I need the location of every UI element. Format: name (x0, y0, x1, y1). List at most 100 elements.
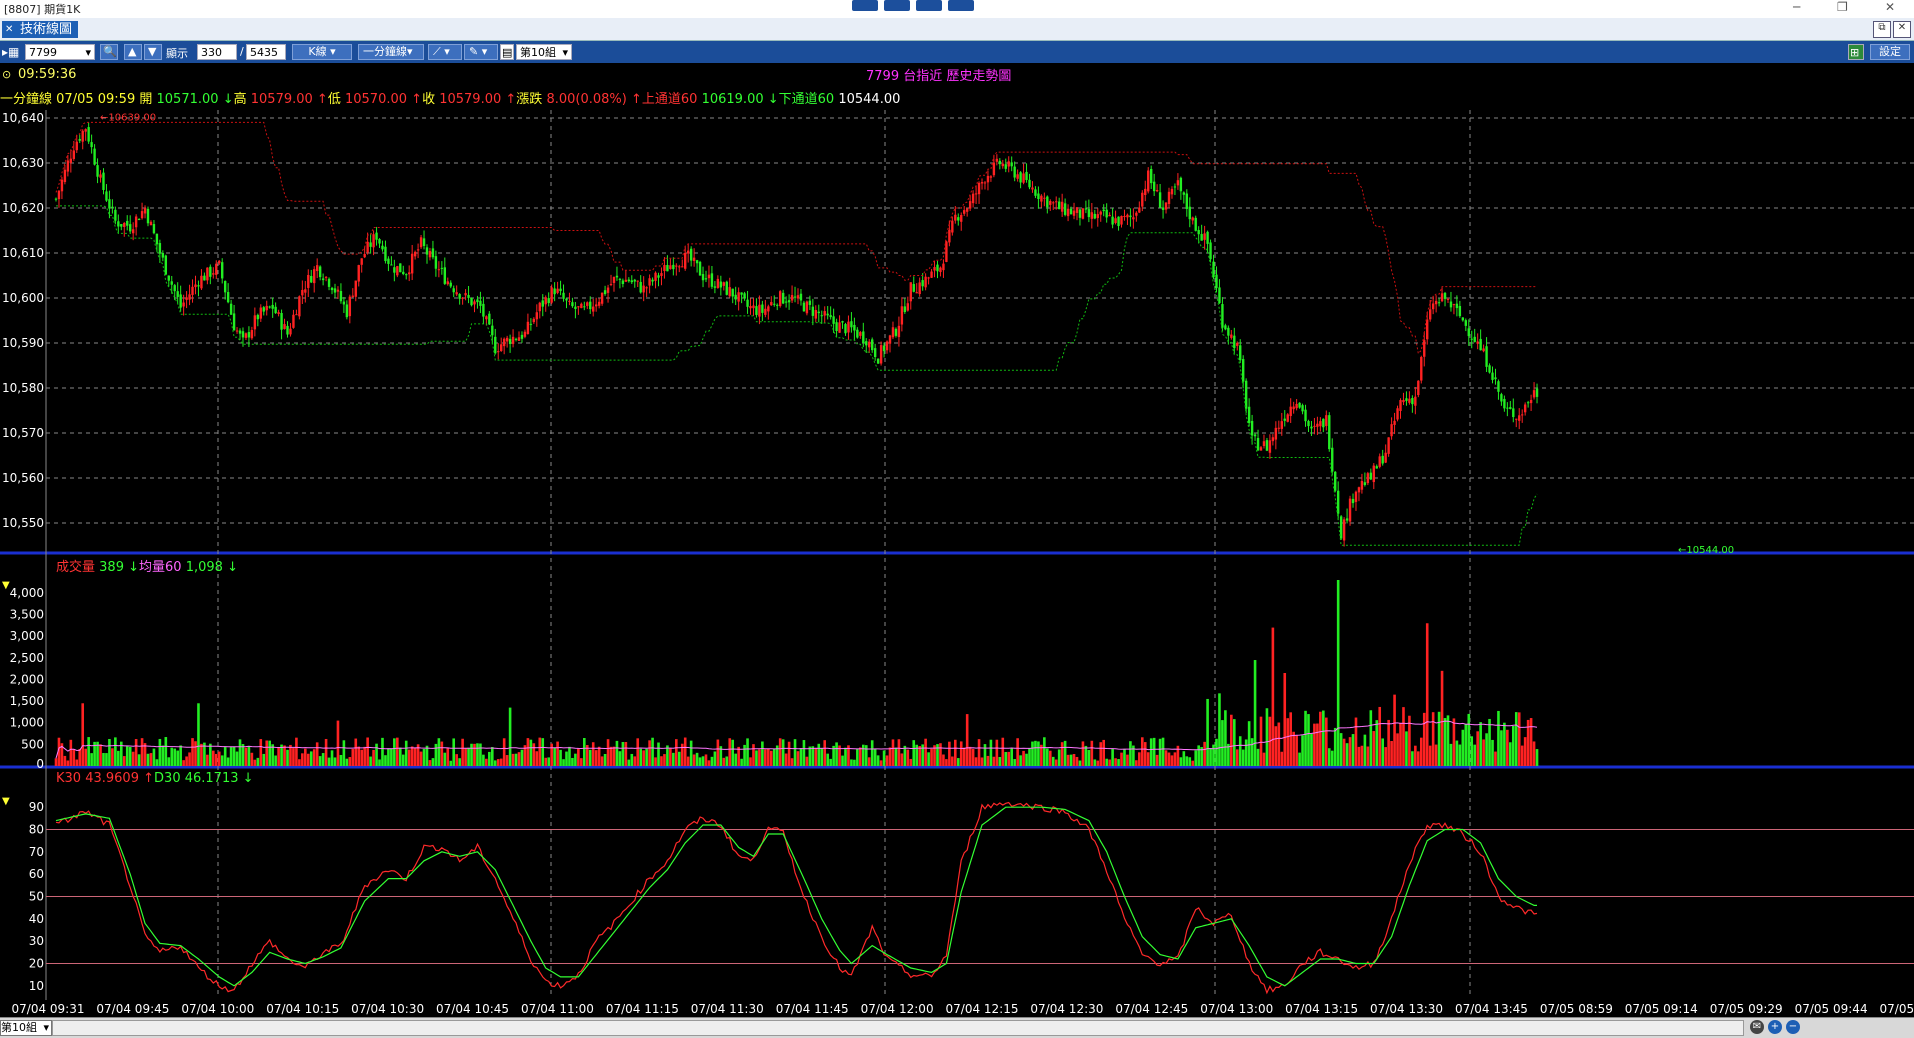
volume-bar (701, 756, 705, 766)
volume-bar (1470, 736, 1474, 766)
candle-body (1277, 427, 1281, 429)
candle-body (179, 294, 182, 308)
candle-body (817, 311, 820, 314)
volume-bar (84, 748, 87, 766)
volume-bar (1535, 749, 1539, 766)
candle-body (776, 304, 779, 306)
candle-body (244, 333, 248, 338)
max-price-marker: ←10639.00 (100, 112, 156, 123)
candle-body (1022, 173, 1025, 183)
candle-body (461, 297, 464, 299)
volume-bar (197, 703, 200, 766)
volume-bar (1357, 746, 1361, 766)
candle-body (1087, 209, 1091, 218)
candle-body (1319, 421, 1322, 427)
candle-body (256, 314, 260, 320)
volume-tick-label: 2,000 (10, 672, 44, 686)
volume-bar (971, 748, 975, 766)
candle-body (568, 300, 571, 302)
chart-area[interactable]: 07/04 09:31 07/04 09:45 07/04 10:00 07/04 1… (0, 0, 1914, 1017)
candle-body (826, 313, 829, 316)
x-tick-label: 07/04 11:30 (691, 1002, 764, 1016)
volume-bar (1034, 740, 1037, 766)
mail-icon[interactable]: ✉ (1750, 1020, 1764, 1034)
volume-bar (829, 758, 832, 766)
volume-bar (324, 738, 328, 766)
volume-bar (265, 740, 269, 766)
volume-bar (645, 748, 648, 766)
volume-tick-label: 3,500 (10, 608, 44, 622)
volume-tick-label: 1,000 (10, 716, 44, 730)
candle-body (1375, 466, 1378, 469)
candle-body (1369, 472, 1373, 480)
candle-body (191, 286, 194, 295)
volume-bar (900, 753, 904, 766)
candle-body (342, 301, 346, 305)
volume-bar (1221, 720, 1224, 766)
candle-body (440, 267, 444, 269)
x-tick-label: 07/04 13:30 (1370, 1002, 1443, 1016)
volume-bar (363, 746, 366, 766)
volume-bar (888, 747, 892, 766)
volume-bar (464, 748, 467, 766)
volume-bar (814, 748, 818, 766)
volume-bar (864, 745, 868, 766)
volume-bar (906, 749, 910, 766)
volume-bar (1396, 733, 1399, 766)
volume-bar (1167, 752, 1171, 766)
candle-body (722, 282, 725, 286)
kd-tick-label: 60 (29, 867, 44, 881)
candle-body (1491, 372, 1494, 380)
zoom-in-icon[interactable]: + (1768, 1020, 1782, 1034)
candle-body (387, 258, 390, 264)
volume-bar (811, 746, 815, 766)
candle-body (1105, 209, 1108, 218)
candle-body (1426, 319, 1429, 340)
volume-bar (1354, 717, 1358, 766)
candle-body (1004, 164, 1007, 169)
volume-bar (1158, 738, 1162, 766)
volume-bar (318, 756, 322, 766)
volume-bar (105, 753, 108, 766)
candle-body (1515, 418, 1518, 420)
volume-bar (1016, 738, 1019, 766)
candle-body (363, 254, 366, 258)
candle-body (660, 273, 663, 276)
volume-bar (1333, 727, 1337, 766)
candle-body (992, 162, 996, 176)
x-tick-label: 07/05 09:44 (1795, 1002, 1868, 1016)
volume-bar (983, 744, 987, 766)
candle-body (882, 345, 886, 352)
candle-body (126, 220, 129, 226)
volume-bar (1146, 752, 1150, 766)
x-tick-label: 07/05 08:59 (1540, 1002, 1613, 1016)
volume-bar (1099, 742, 1103, 766)
volume-bar (229, 747, 233, 766)
horizontal-scrollbar[interactable] (52, 1020, 1744, 1036)
volume-bar (672, 752, 675, 766)
zoom-out-icon[interactable]: − (1786, 1020, 1800, 1034)
candle-body (366, 241, 369, 253)
volume-bar (965, 714, 969, 766)
group-status-select[interactable]: 第10組 ▾ (0, 1020, 52, 1036)
candle-body (1494, 377, 1497, 380)
candle-body (523, 331, 527, 337)
kd-tick-label: 80 (29, 823, 44, 837)
volume-bar (375, 743, 378, 766)
candle-body (155, 233, 159, 245)
volume-bar (366, 737, 369, 766)
candle-body (464, 293, 467, 296)
volume-bar (891, 739, 895, 766)
volume-bar (259, 739, 263, 766)
volume-bar (758, 749, 761, 766)
candle-body (580, 303, 583, 309)
candle-body (645, 287, 648, 289)
volume-bar (799, 748, 803, 766)
volume-bar (986, 755, 990, 766)
candle-body (796, 295, 800, 299)
candle-body (265, 305, 268, 311)
candle-body (238, 330, 242, 334)
candle-body (538, 302, 541, 312)
candle-body (909, 282, 912, 302)
candle-body (627, 279, 631, 282)
